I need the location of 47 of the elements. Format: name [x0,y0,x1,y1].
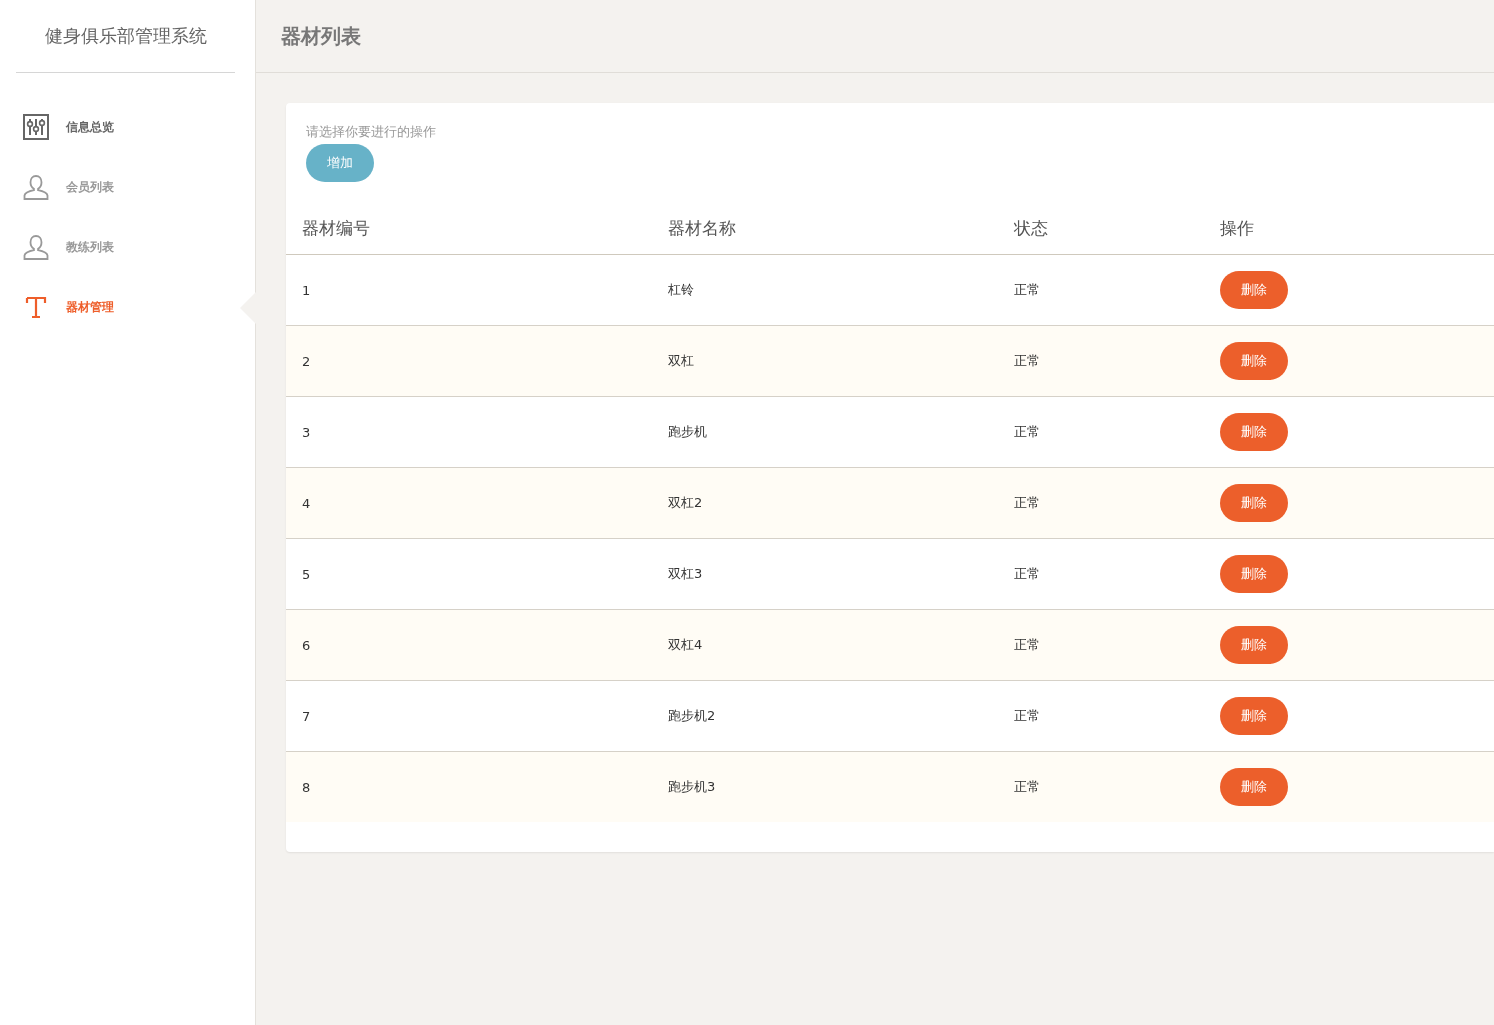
table-cell: 双杠2 [667,467,1013,539]
app-title: 健身俱乐部管理系统 [44,24,207,48]
table-cell: 双杠 [667,325,1013,397]
table-cell: 跑步机2 [667,680,1013,752]
delete-button[interactable]: 删除 [1220,768,1288,806]
sidebar-item[interactable]: 信息总览 [0,97,255,157]
table-cell: 1 [286,254,667,326]
table-cell: 2 [286,325,667,397]
t-letter-icon [23,294,49,320]
table-cell: 正常 [1013,751,1219,822]
table-cell: 跑步机 [667,396,1013,468]
column-header: 器材编号 [286,202,667,255]
table-cell: 双杠3 [667,538,1013,610]
table-cell: 正常 [1013,538,1219,610]
table-cell: 双杠4 [667,609,1013,681]
table-cell: 正常 [1013,609,1219,681]
table-cell: 正常 [1013,680,1219,752]
table-cell: 6 [286,609,667,681]
table-cell: 跑步机3 [667,751,1013,822]
table-cell: 4 [286,467,667,539]
delete-button[interactable]: 删除 [1220,626,1288,664]
person-icon [23,234,49,260]
table-cell: 正常 [1013,254,1219,326]
sidebar-item[interactable]: 教练列表 [0,217,255,277]
delete-button[interactable]: 删除 [1220,484,1288,522]
table-cell: 正常 [1013,396,1219,468]
delete-button[interactable]: 删除 [1220,271,1288,309]
table-cell: 7 [286,680,667,752]
column-header: 操作 [1219,202,1494,255]
delete-button[interactable]: 删除 [1220,413,1288,451]
table-cell: 5 [286,538,667,610]
column-header: 器材名称 [667,202,1013,255]
delete-button[interactable]: 删除 [1220,342,1288,380]
table-cell: 8 [286,751,667,822]
table-cell: 3 [286,396,667,468]
column-header: 状态 [1013,202,1219,255]
table-cell: 正常 [1013,467,1219,539]
person-icon [23,174,49,200]
delete-button[interactable]: 删除 [1220,555,1288,593]
prompt-text: 请选择你要进行的操作 [306,123,436,141]
sidebar-item[interactable]: 会员列表 [0,157,255,217]
table-cell: 杠铃 [667,254,1013,326]
delete-button[interactable]: 删除 [1220,697,1288,735]
sliders-icon [23,114,49,140]
table-cell: 正常 [1013,325,1219,397]
page-title: 器材列表 [281,22,361,50]
add-button[interactable]: 增加 [306,144,374,182]
